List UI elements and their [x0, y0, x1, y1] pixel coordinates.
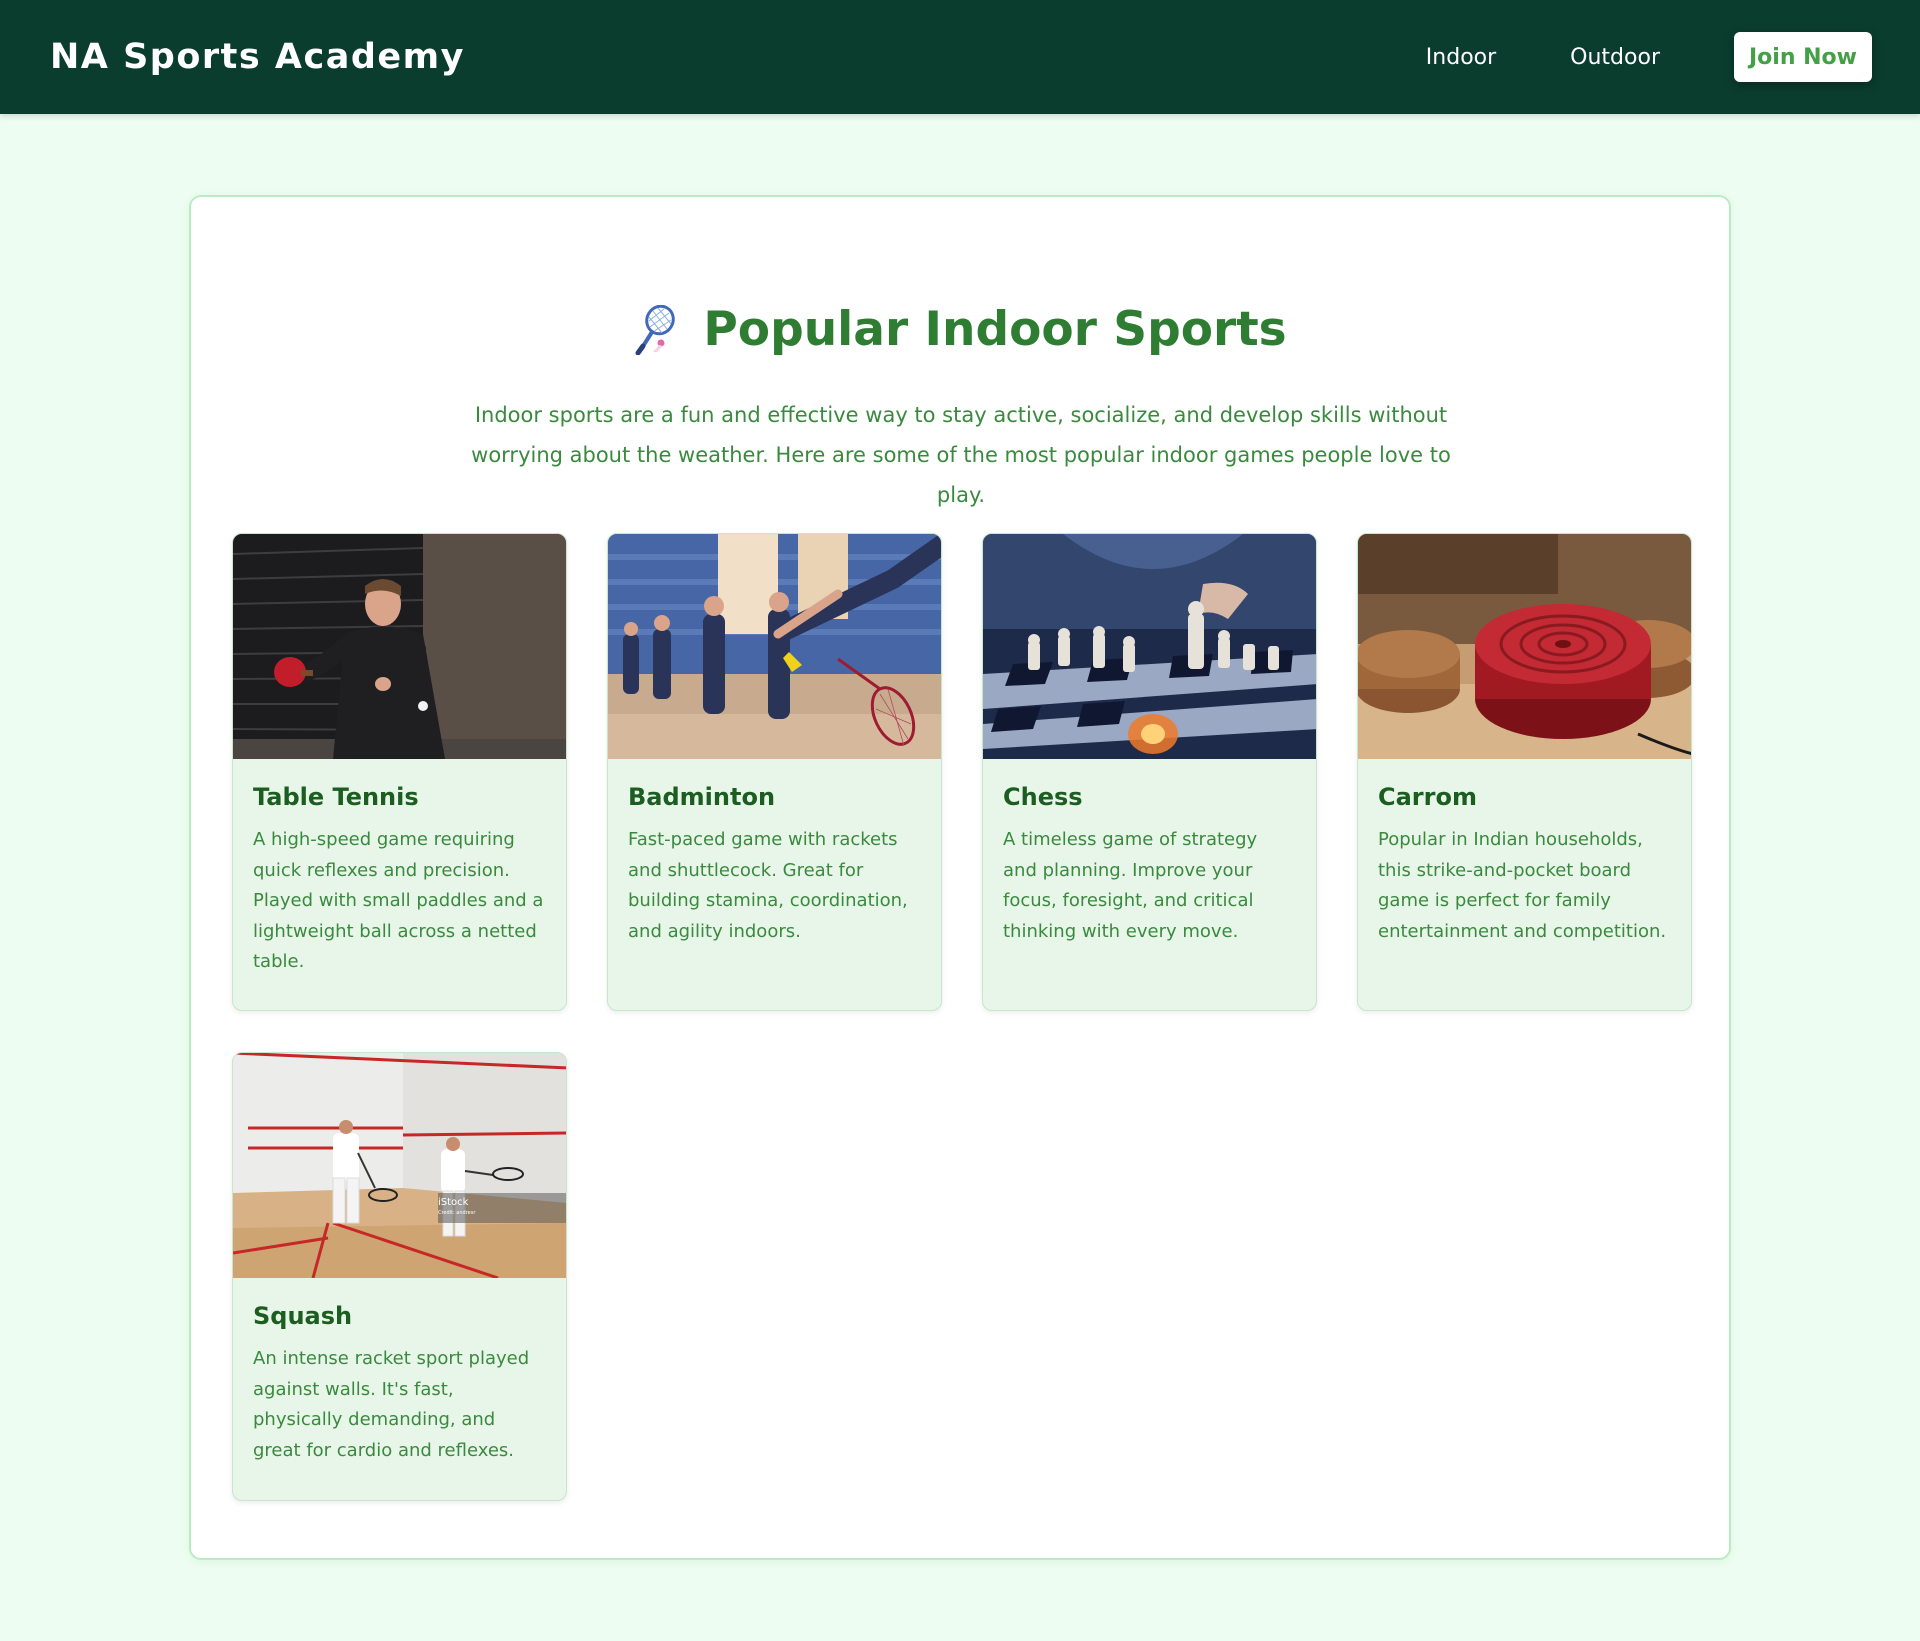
- intro-text: Indoor sports are a fun and effective wa…: [471, 403, 1451, 507]
- section-heading: Popular Indoor Sports: [191, 302, 1729, 357]
- chess-board-photo: [983, 534, 1316, 759]
- brand-logo[interactable]: NA Sports Academy: [50, 37, 465, 77]
- card-description: Popular in Indian households, this strik…: [1378, 829, 1667, 942]
- nav-links: Indoor Outdoor Join Now: [1426, 32, 1872, 82]
- badminton-racket-icon: [635, 304, 676, 355]
- page-title: Popular Indoor Sports: [703, 302, 1287, 357]
- card-body: Badminton Fast-paced game with rackets a…: [608, 759, 941, 975]
- card-title: Badminton: [628, 783, 776, 811]
- sport-card-carrom[interactable]: Carrom Popular in Indian households, thi…: [1357, 533, 1692, 1011]
- card-description: A timeless game of strategy and planning…: [1003, 829, 1258, 942]
- sport-card-badminton[interactable]: Badminton Fast-paced game with rackets a…: [607, 533, 942, 1011]
- card-title: Carrom: [1378, 783, 1477, 811]
- indoor-sports-section: Popular Indoor Sports Indoor sports are …: [189, 195, 1731, 1560]
- card-body: Chess A timeless game of strategy and pl…: [983, 759, 1316, 975]
- sport-card-table-tennis[interactable]: Table Tennis A high-speed game requiring…: [232, 533, 567, 1011]
- join-now-button[interactable]: Join Now: [1734, 32, 1872, 82]
- nav-link-outdoor[interactable]: Outdoor: [1570, 45, 1660, 70]
- card-title: Chess: [1003, 783, 1083, 811]
- card-description: Fast-paced game with rackets and shuttle…: [628, 829, 908, 942]
- sport-card-chess[interactable]: Chess A timeless game of strategy and pl…: [982, 533, 1317, 1011]
- istock-watermark: iStock: [438, 1197, 469, 1208]
- card-title: Table Tennis: [253, 783, 419, 811]
- table-tennis-player-photo: [233, 534, 566, 759]
- card-description: A high-speed game requiring quick reflex…: [253, 829, 544, 972]
- card-body: Table Tennis A high-speed game requiring…: [233, 759, 566, 1006]
- card-body: Carrom Popular in Indian households, thi…: [1358, 759, 1691, 975]
- carrom-striker-photo: [1358, 534, 1691, 759]
- card-title: Squash: [253, 1302, 353, 1330]
- nav-link-indoor[interactable]: Indoor: [1426, 45, 1496, 70]
- card-body: Squash An intense racket sport played ag…: [233, 1278, 566, 1494]
- badminton-players-photo: [608, 534, 941, 759]
- squash-court-photo: iStock Credit: andresr: [233, 1053, 566, 1278]
- card-description: An intense racket sport played against w…: [253, 1348, 530, 1461]
- istock-credit: Credit: andresr: [438, 1210, 476, 1216]
- navbar: NA Sports Academy Indoor Outdoor Join No…: [0, 0, 1920, 114]
- sport-card-squash[interactable]: iStock Credit: andresr Squash An intense…: [232, 1052, 567, 1501]
